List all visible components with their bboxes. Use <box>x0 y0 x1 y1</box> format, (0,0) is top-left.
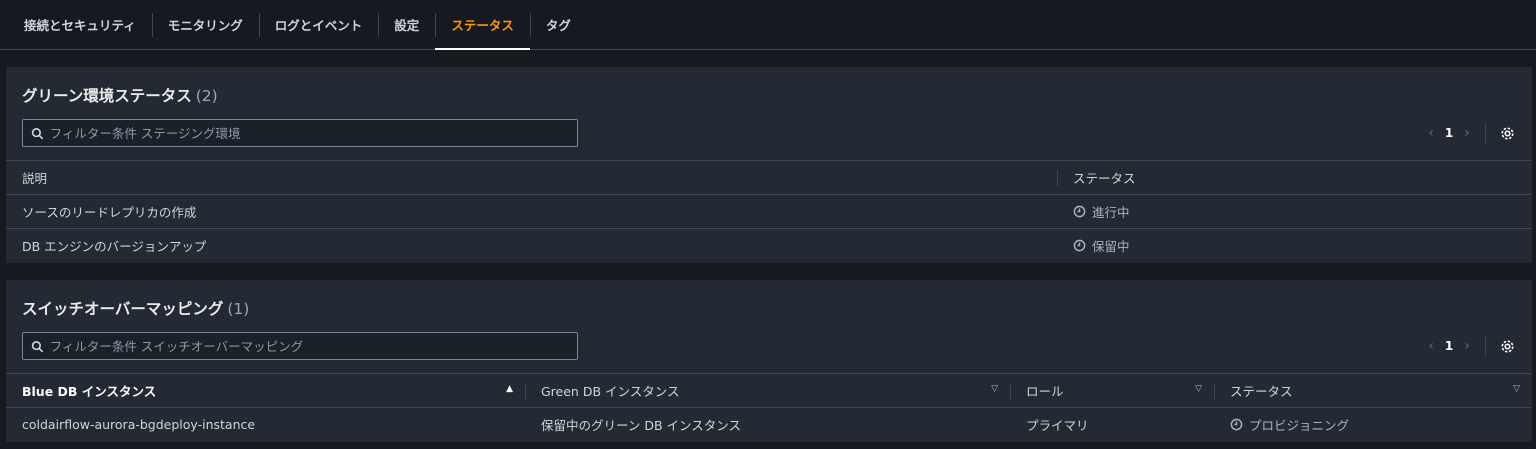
item-count: (2) <box>195 87 218 105</box>
next-page-icon[interactable]: › <box>1457 338 1477 354</box>
status-text: プロビジョニング <box>1249 418 1350 434</box>
tab-monitoring[interactable]: モニタリング <box>151 0 259 49</box>
description-cell: DB エンジンのバージョンアップ <box>6 228 1057 263</box>
switchover-mapping-panel: スイッチオーバーマッピング(1) ‹ 1 › Blue DB インスタンス ▲ … <box>6 280 1532 442</box>
table-header-row: 説明 ステータス <box>6 160 1532 195</box>
description-cell: ソースのリードレプリカの作成 <box>6 194 1057 229</box>
status-cell: プロビジョニング <box>1214 407 1532 442</box>
table-row: ソースのリードレプリカの作成 進行中 <box>6 194 1532 229</box>
status-text: 保留中 <box>1092 239 1130 255</box>
table-row: coldairflow-aurora-bgdeploy-instance 保留中… <box>6 407 1532 442</box>
clock-icon <box>1230 418 1243 431</box>
sort-ascending-icon[interactable]: ▲ <box>506 384 513 394</box>
column-header-label: ロール <box>1026 384 1064 399</box>
gear-icon[interactable] <box>1498 337 1516 355</box>
page-number[interactable]: 1 <box>1441 126 1457 140</box>
clock-icon <box>1073 205 1086 218</box>
column-header-description[interactable]: 説明 <box>6 160 1057 195</box>
pager-divider <box>1485 335 1486 357</box>
tab-tags[interactable]: タグ <box>529 0 587 49</box>
sort-icon[interactable]: ▽ <box>1513 384 1520 394</box>
switchover-mapping-table: Blue DB インスタンス ▲ Green DB インスタンス ▽ ロール ▽… <box>6 373 1532 442</box>
tab-bar: 接続とセキュリティ モニタリング ログとイベント 設定 ステータス タグ <box>0 0 1536 50</box>
search-icon <box>31 127 44 139</box>
item-count: (1) <box>227 300 250 318</box>
previous-page-icon[interactable]: ‹ <box>1421 125 1441 141</box>
pagination: ‹ 1 › <box>1421 119 1516 147</box>
column-header-label: ステータス <box>1230 384 1293 399</box>
column-header-label: Green DB インスタンス <box>541 384 680 399</box>
sort-icon[interactable]: ▽ <box>991 384 998 394</box>
column-header-blue-instance[interactable]: Blue DB インスタンス ▲ <box>6 373 525 408</box>
column-header-status[interactable]: ステータス <box>1057 160 1532 195</box>
status-cell: 保留中 <box>1057 228 1532 263</box>
table-header-row: Blue DB インスタンス ▲ Green DB インスタンス ▽ ロール ▽… <box>6 373 1532 408</box>
role-cell: プライマリ <box>1010 407 1214 442</box>
filter-field[interactable] <box>22 119 578 147</box>
clock-icon <box>1073 239 1086 252</box>
column-header-status[interactable]: ステータス ▽ <box>1214 373 1532 408</box>
column-header-role[interactable]: ロール ▽ <box>1010 373 1214 408</box>
status-text: 進行中 <box>1092 205 1130 220</box>
sort-icon[interactable]: ▽ <box>1195 384 1202 394</box>
page-number[interactable]: 1 <box>1441 339 1457 353</box>
panel-title: グリーン環境ステータス (2) <box>22 84 218 106</box>
filter-field[interactable] <box>22 332 578 360</box>
tab-connectivity-security[interactable]: 接続とセキュリティ <box>8 0 152 49</box>
tab-status[interactable]: ステータス <box>435 0 530 50</box>
tab-configuration[interactable]: 設定 <box>378 0 435 49</box>
column-header-label: Blue DB インスタンス <box>22 384 157 399</box>
search-input[interactable] <box>49 125 577 141</box>
panel-title-text: スイッチオーバーマッピング <box>22 300 224 318</box>
previous-page-icon[interactable]: ‹ <box>1421 338 1441 354</box>
green-instance-cell: 保留中のグリーン DB インスタンス <box>525 407 1010 442</box>
gear-icon[interactable] <box>1498 124 1516 142</box>
green-environment-table: 説明 ステータス ソースのリードレプリカの作成 進行中 DB エンジンのバージョ… <box>6 160 1532 263</box>
column-header-green-instance[interactable]: Green DB インスタンス ▽ <box>525 373 1010 408</box>
blue-instance-cell: coldairflow-aurora-bgdeploy-instance <box>6 407 525 442</box>
pagination: ‹ 1 › <box>1421 332 1516 360</box>
tab-logs-events[interactable]: ログとイベント <box>258 0 379 49</box>
status-cell: 進行中 <box>1057 194 1532 229</box>
table-row: DB エンジンのバージョンアップ 保留中 <box>6 228 1532 263</box>
pager-divider <box>1485 122 1486 144</box>
search-icon <box>31 340 44 352</box>
search-input[interactable] <box>49 338 577 354</box>
next-page-icon[interactable]: › <box>1457 125 1477 141</box>
green-environment-panel: グリーン環境ステータス(2) ‹ 1 › 説明 ステータス ソースのリードレプリ… <box>6 67 1532 263</box>
panel-title-text: グリーン環境ステータス <box>22 87 192 105</box>
panel-title: スイッチオーバーマッピング (1) <box>22 297 249 319</box>
